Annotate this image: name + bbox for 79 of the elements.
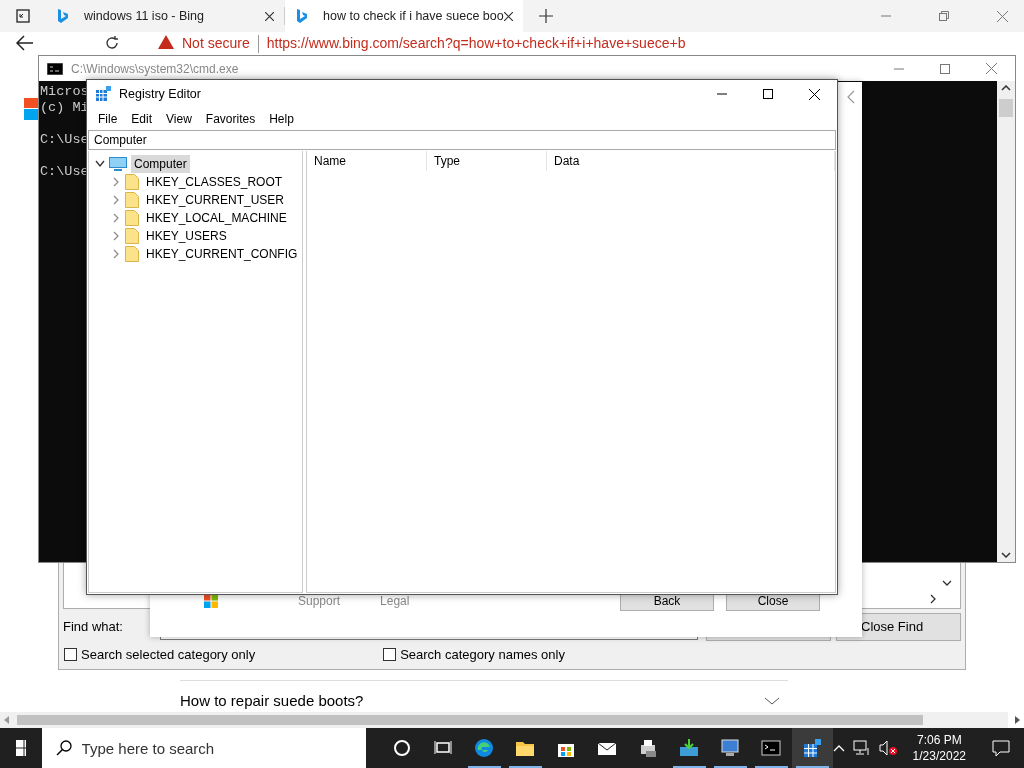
chevron-down-icon[interactable] [764,696,780,705]
console-text: Micros [40,84,89,100]
folder-icon [125,246,139,262]
address-field[interactable]: Computer [88,130,836,150]
close-icon[interactable] [504,11,513,21]
search-field[interactable]: Type here to search [41,728,366,768]
folder-icon [125,192,139,208]
chevron-right-icon[interactable] [930,594,936,604]
speaker-muted-icon[interactable] [878,740,897,756]
folder-icon [125,210,139,226]
question-text[interactable]: How to repair suede boots? [180,689,364,712]
console-icon [47,62,63,75]
menu-item[interactable]: Favorites [198,108,263,130]
new-tab-icon[interactable] [539,9,553,23]
footer-link[interactable]: Support [298,592,341,610]
browser-tab[interactable]: how to check if i have suece boo [285,0,523,32]
security-label[interactable]: Not secure [182,35,250,51]
computer-icon [109,157,127,171]
monitor-app-icon [720,738,741,758]
chevron-up-icon[interactable] [832,744,845,752]
chevron-down-icon[interactable] [95,160,105,168]
back-arrow-icon[interactable] [16,35,34,51]
edge-app-icon [474,738,495,758]
menu-item[interactable]: Edit [124,108,160,130]
logo-icon [24,98,38,120]
window-title: Registry Editor [119,85,201,103]
tree-item[interactable]: Computer [89,155,302,173]
cortana-app-icon [392,738,413,758]
chevron-down-icon[interactable] [942,580,952,586]
scrollbar-thumb[interactable] [999,99,1013,117]
warning-icon [158,35,174,49]
network-icon[interactable] [852,740,871,756]
column-header[interactable]: Name [307,151,427,171]
find-label: Find what: [63,618,124,637]
close-icon[interactable] [809,88,820,100]
logo-icon [204,594,218,608]
option-label[interactable]: Search category names only [400,645,565,665]
tree-item[interactable]: HKEY_LOCAL_MACHINE [89,209,302,227]
menu-item[interactable]: Help [262,108,301,130]
start-icon[interactable] [16,740,26,756]
console-app-icon [761,738,782,758]
taskbar-button[interactable] [791,728,833,768]
window-title: C:\Windows\system32\cmd.exe [71,60,239,78]
download-app-icon [679,738,700,758]
checkbox[interactable] [383,648,397,662]
scrollbar-thumb[interactable] [17,715,923,725]
scroll-down-icon[interactable] [1001,552,1011,558]
column-header[interactable]: Data [547,151,835,171]
option-label[interactable]: Search selected category only [81,645,256,665]
address-url[interactable]: https://www.bing.com/search?q=how+to+check+if+i+have+suece+b [266,35,686,51]
column-header[interactable]: Type [427,151,547,171]
tree-item[interactable]: HKEY_CLASSES_ROOT [89,173,302,191]
tree-item[interactable]: HKEY_USERS [89,227,302,245]
bing-icon [58,9,68,23]
refresh-icon[interactable] [104,35,120,51]
registry-icon [95,86,111,102]
checkbox[interactable] [64,648,77,662]
registry-app-icon [802,738,823,758]
notification-icon[interactable] [992,739,1010,757]
search-icon [55,740,72,756]
bing-icon [297,9,307,23]
printer-app-icon [638,738,659,758]
scroll-up-icon[interactable] [1001,85,1011,91]
scroll-right-icon[interactable] [1015,716,1020,724]
menu-item[interactable]: View [159,108,199,130]
close-icon[interactable] [265,11,274,21]
tree-item[interactable]: HKEY_CURRENT_CONFIG [89,245,302,263]
folder-icon [125,174,139,190]
maximize-icon[interactable] [763,89,773,99]
chevron-left-icon[interactable] [847,90,855,104]
footer-link[interactable]: Legal [380,592,410,610]
menu-item[interactable]: File [91,108,125,130]
tab-actions-icon[interactable] [16,9,30,23]
browser-tab[interactable]: windows 11 iso - Bing [46,0,284,32]
restore-icon[interactable] [939,11,949,21]
folder-icon [125,228,139,244]
clock[interactable]: 7:06 PM 1/23/2022 [904,732,974,764]
tree-item[interactable]: HKEY_CURRENT_USER [89,191,302,209]
console-text: (c) Mi [40,100,89,116]
